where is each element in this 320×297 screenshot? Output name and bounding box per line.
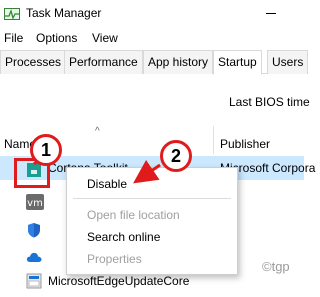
callout-1: 1: [30, 134, 62, 166]
watermark: ©tgp: [262, 259, 290, 274]
tab-strip: Processes Performance App history Startu…: [0, 50, 309, 75]
tab-users[interactable]: Users: [267, 50, 309, 74]
context-menu-properties[interactable]: Properties: [87, 252, 142, 266]
context-menu-open-file-location[interactable]: Open file location: [87, 208, 180, 222]
callout-2: 2: [160, 140, 192, 172]
svg-text:vm: vm: [27, 198, 43, 209]
context-menu-separator: [73, 198, 231, 199]
window-title: Task Manager: [26, 6, 102, 20]
menu-bar: File Options View: [0, 28, 304, 50]
tab-processes[interactable]: Processes: [0, 50, 67, 74]
last-bios-time-label: Last BIOS time: [229, 95, 310, 109]
row-name: MicrosoftEdgeUpdateCore: [48, 274, 190, 288]
shield-icon: [28, 223, 40, 238]
sort-ascending-icon: ^: [95, 126, 100, 137]
task-manager-icon: [4, 8, 20, 20]
cloud-icon: [26, 252, 42, 262]
tab-app-history[interactable]: App history: [143, 50, 214, 74]
column-divider[interactable]: [213, 126, 214, 154]
edge-update-icon: [26, 273, 42, 289]
tab-startup[interactable]: Startup: [213, 50, 262, 75]
menu-view[interactable]: View: [92, 31, 118, 45]
menu-file[interactable]: File: [4, 31, 23, 45]
minimize-button[interactable]: [266, 13, 276, 14]
vm-icon: vm: [26, 194, 44, 210]
tab-performance[interactable]: Performance: [64, 50, 143, 74]
title-bar: Task Manager: [0, 0, 304, 28]
context-menu-disable[interactable]: Disable: [87, 177, 127, 191]
context-menu: Disable Open file location Search online…: [66, 167, 238, 275]
menu-options[interactable]: Options: [36, 31, 77, 45]
context-menu-search-online[interactable]: Search online: [87, 230, 160, 244]
